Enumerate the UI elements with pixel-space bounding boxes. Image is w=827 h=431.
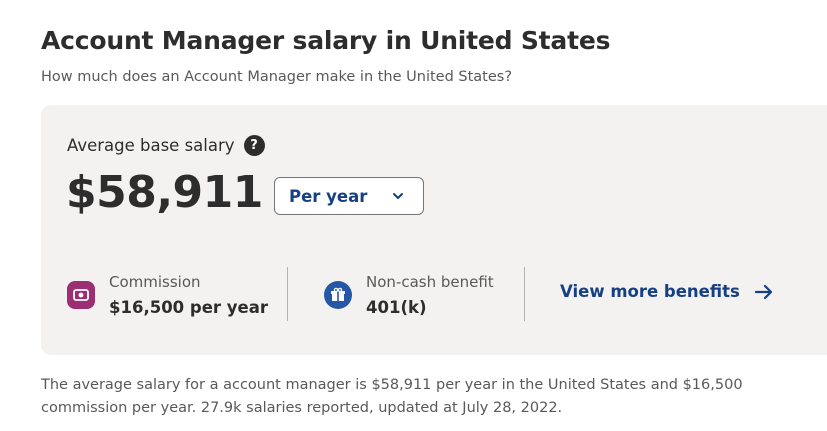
view-more-benefits-link[interactable]: View more benefits — [560, 282, 774, 301]
average-salary-label: Average base salary — [67, 136, 235, 155]
page-title: Account Manager salary in United States — [41, 26, 611, 55]
arrow-right-icon — [754, 284, 772, 299]
pay-period-select[interactable]: Per year — [274, 177, 424, 215]
gift-icon — [324, 281, 352, 309]
divider — [287, 267, 288, 321]
benefit-commission: Commission $16,500 per year — [67, 265, 287, 325]
chevron-down-icon — [393, 193, 403, 199]
benefit-name: Non-cash benefit — [366, 273, 494, 291]
question-circle-icon[interactable]: ? — [243, 135, 265, 156]
divider — [524, 267, 525, 321]
salary-footnote: The average salary for a account manager… — [41, 377, 743, 416]
benefit-non-cash: Non-cash benefit 401(k) — [324, 265, 524, 325]
pay-period-value: Per year — [289, 186, 368, 206]
average-salary-heading: Average base salary ? — [67, 135, 265, 156]
help-glyph: ? — [250, 138, 258, 153]
view-more-label: View more benefits — [560, 282, 740, 301]
salary-card: Average base salary ? $58,911 Per year C… — [41, 105, 827, 355]
page-subtitle: How much does an Account Manager make in… — [41, 69, 513, 85]
salary-amount: $58,911 — [66, 167, 263, 218]
benefit-value: 401(k) — [366, 298, 427, 317]
benefit-name: Commission — [109, 273, 201, 291]
benefit-value: $16,500 per year — [109, 298, 268, 317]
money-icon — [67, 281, 95, 309]
